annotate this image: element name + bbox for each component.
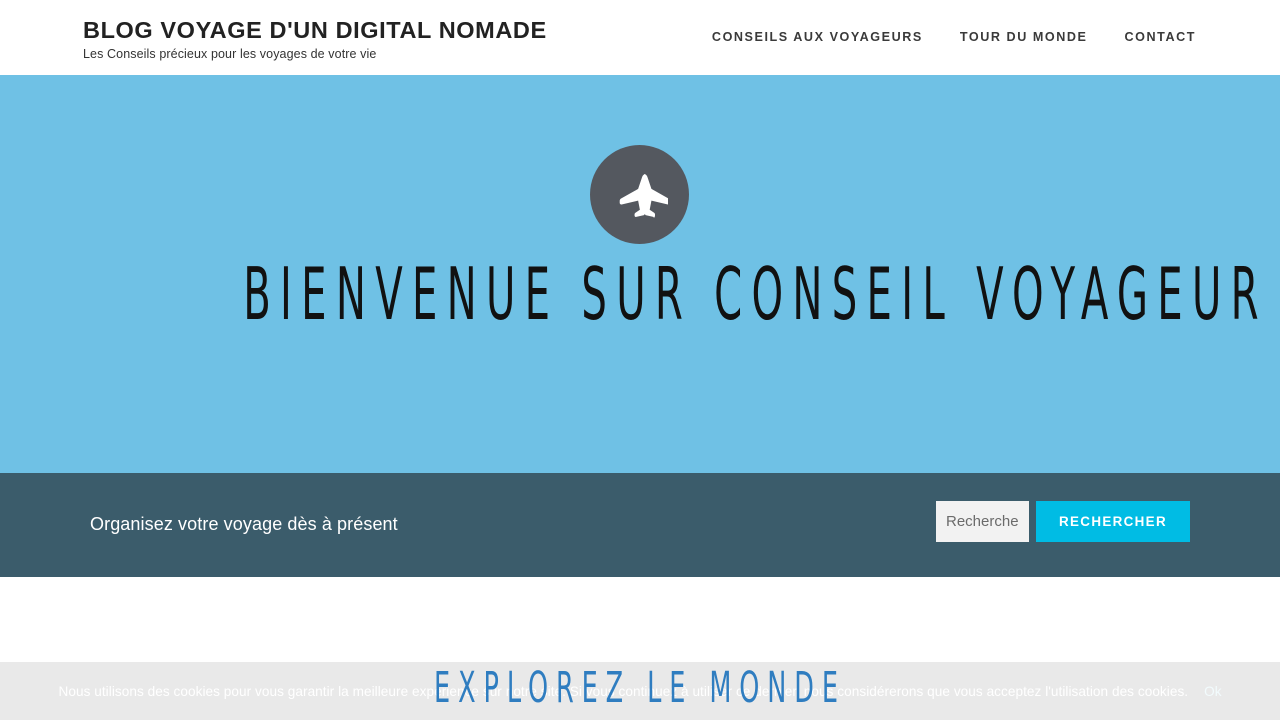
explore-section-title: EXPLOREZ LE MONDE xyxy=(434,663,846,713)
search-form: RECHERCHE R xyxy=(936,501,1190,542)
hero-banner: BIENVENUE SUR CONSEIL VOYAGEUR xyxy=(0,75,1280,473)
search-input[interactable] xyxy=(936,501,1029,542)
site-brand[interactable]: BLOG VOYAGE D'UN DIGITAL NOMADE Les Cons… xyxy=(83,17,547,61)
nav-item-contact[interactable]: CONTACT xyxy=(1125,30,1196,44)
nav-item-conseils-aux-voyageurs[interactable]: CONSEILS AUX VOYAGEURS xyxy=(712,30,923,44)
nav-item-tour-du-monde[interactable]: TOUR DU MONDE xyxy=(960,30,1088,44)
search-submit-button[interactable]: RECHERCHER xyxy=(1036,501,1190,542)
hero-title: BIENVENUE SUR CONSEIL VOYAGEUR xyxy=(243,252,1268,336)
hero-badge xyxy=(590,145,689,244)
search-band-tagline: Organisez votre voyage dès à présent xyxy=(90,514,398,534)
brand-subtitle: Les Conseils précieux pour les voyages d… xyxy=(83,46,377,61)
search-band: Organisez votre voyage dès à présent REC… xyxy=(0,473,1280,577)
cookie-accept-button[interactable]: Ok xyxy=(1204,684,1221,699)
brand-title: BLOG VOYAGE D'UN DIGITAL NOMADE xyxy=(83,17,547,43)
main-navigation: CONSEILS AUX VOYAGEURS TOUR DU MONDE CON… xyxy=(712,30,1196,44)
airplane-icon xyxy=(612,167,668,223)
page-root: BLOG VOYAGE D'UN DIGITAL NOMADE Les Cons… xyxy=(0,0,1280,720)
site-header: BLOG VOYAGE D'UN DIGITAL NOMADE Les Cons… xyxy=(0,0,1280,75)
